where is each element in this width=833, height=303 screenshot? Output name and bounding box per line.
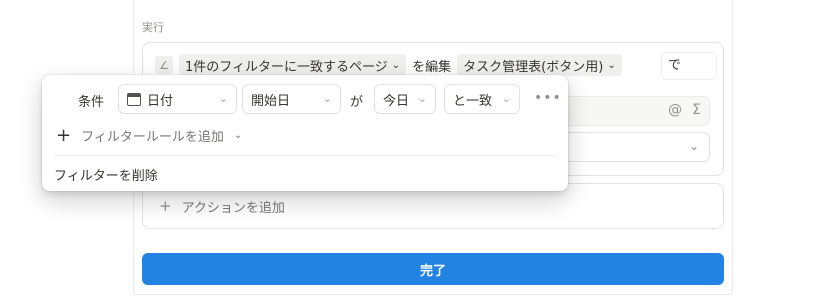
mention-icon[interactable]: @	[668, 102, 682, 118]
section-label: 実行	[142, 21, 164, 34]
chevron-down-icon: ⌄	[688, 139, 699, 153]
action-row: ∠ 1件のフィルターに一致するページ ⌄ を編集 タスク管理表(ボタン用) ⌄	[155, 54, 622, 76]
chevron-down-icon: ⌄	[417, 92, 427, 105]
edit-pencil-icon: ∠	[155, 56, 173, 74]
operator-select[interactable]: と一致 ⌄	[444, 84, 520, 114]
date-value-label: 今日	[383, 93, 410, 109]
formula-icon[interactable]: Σ	[692, 102, 701, 118]
input-icons: @ Σ	[668, 102, 701, 118]
property-label: 日付	[147, 93, 174, 109]
de-text: で	[662, 53, 716, 79]
pages-filter-label: 1件のフィルターに一致するページ	[185, 59, 388, 75]
chevron-down-icon: ⌄	[391, 59, 401, 71]
chevron-down-icon: ⌄	[322, 92, 332, 105]
pages-filter-pill[interactable]: 1件のフィルターに一致するページ ⌄	[179, 54, 407, 76]
chevron-down-icon: ⌄	[501, 92, 511, 105]
add-action-label: アクションを追加	[181, 200, 285, 216]
date-value-select[interactable]: 今日 ⌄	[374, 84, 436, 114]
condition-label: 条件	[78, 95, 105, 110]
database-label: タスク管理表(ボタン用)	[463, 59, 604, 75]
more-horizontal-icon[interactable]: •••	[534, 90, 562, 106]
date-field-label: 開始日	[251, 93, 291, 109]
add-filter-rule-button[interactable]: + フィルタールールを追加 ⌄	[56, 124, 243, 146]
done-button[interactable]: 完了	[142, 253, 724, 285]
plus-icon: +	[56, 124, 72, 146]
operator-label: と一致	[453, 93, 493, 109]
date-field-select[interactable]: 開始日 ⌄	[242, 84, 341, 114]
particle-ga: が	[350, 95, 364, 110]
chevron-down-icon: ⌄	[218, 92, 228, 105]
chevron-down-icon: ⌄	[607, 59, 616, 71]
edit-text: を編集	[412, 59, 452, 75]
database-pill[interactable]: タスク管理表(ボタン用) ⌄	[457, 54, 622, 76]
property-select[interactable]: 日付 ⌄	[118, 84, 237, 114]
chevron-down-icon: ⌄	[233, 129, 243, 141]
filter-popover: 条件 日付 ⌄ 開始日 ⌄ が 今日 ⌄ と一致 ⌄ ••• + フィルタールー…	[42, 75, 568, 191]
add-filter-rule-label: フィルタールールを追加	[81, 129, 224, 145]
divider	[54, 155, 556, 156]
calendar-icon	[127, 92, 141, 106]
delete-filter-button[interactable]: フィルターを削除	[54, 165, 158, 184]
plus-icon: +	[159, 197, 172, 215]
